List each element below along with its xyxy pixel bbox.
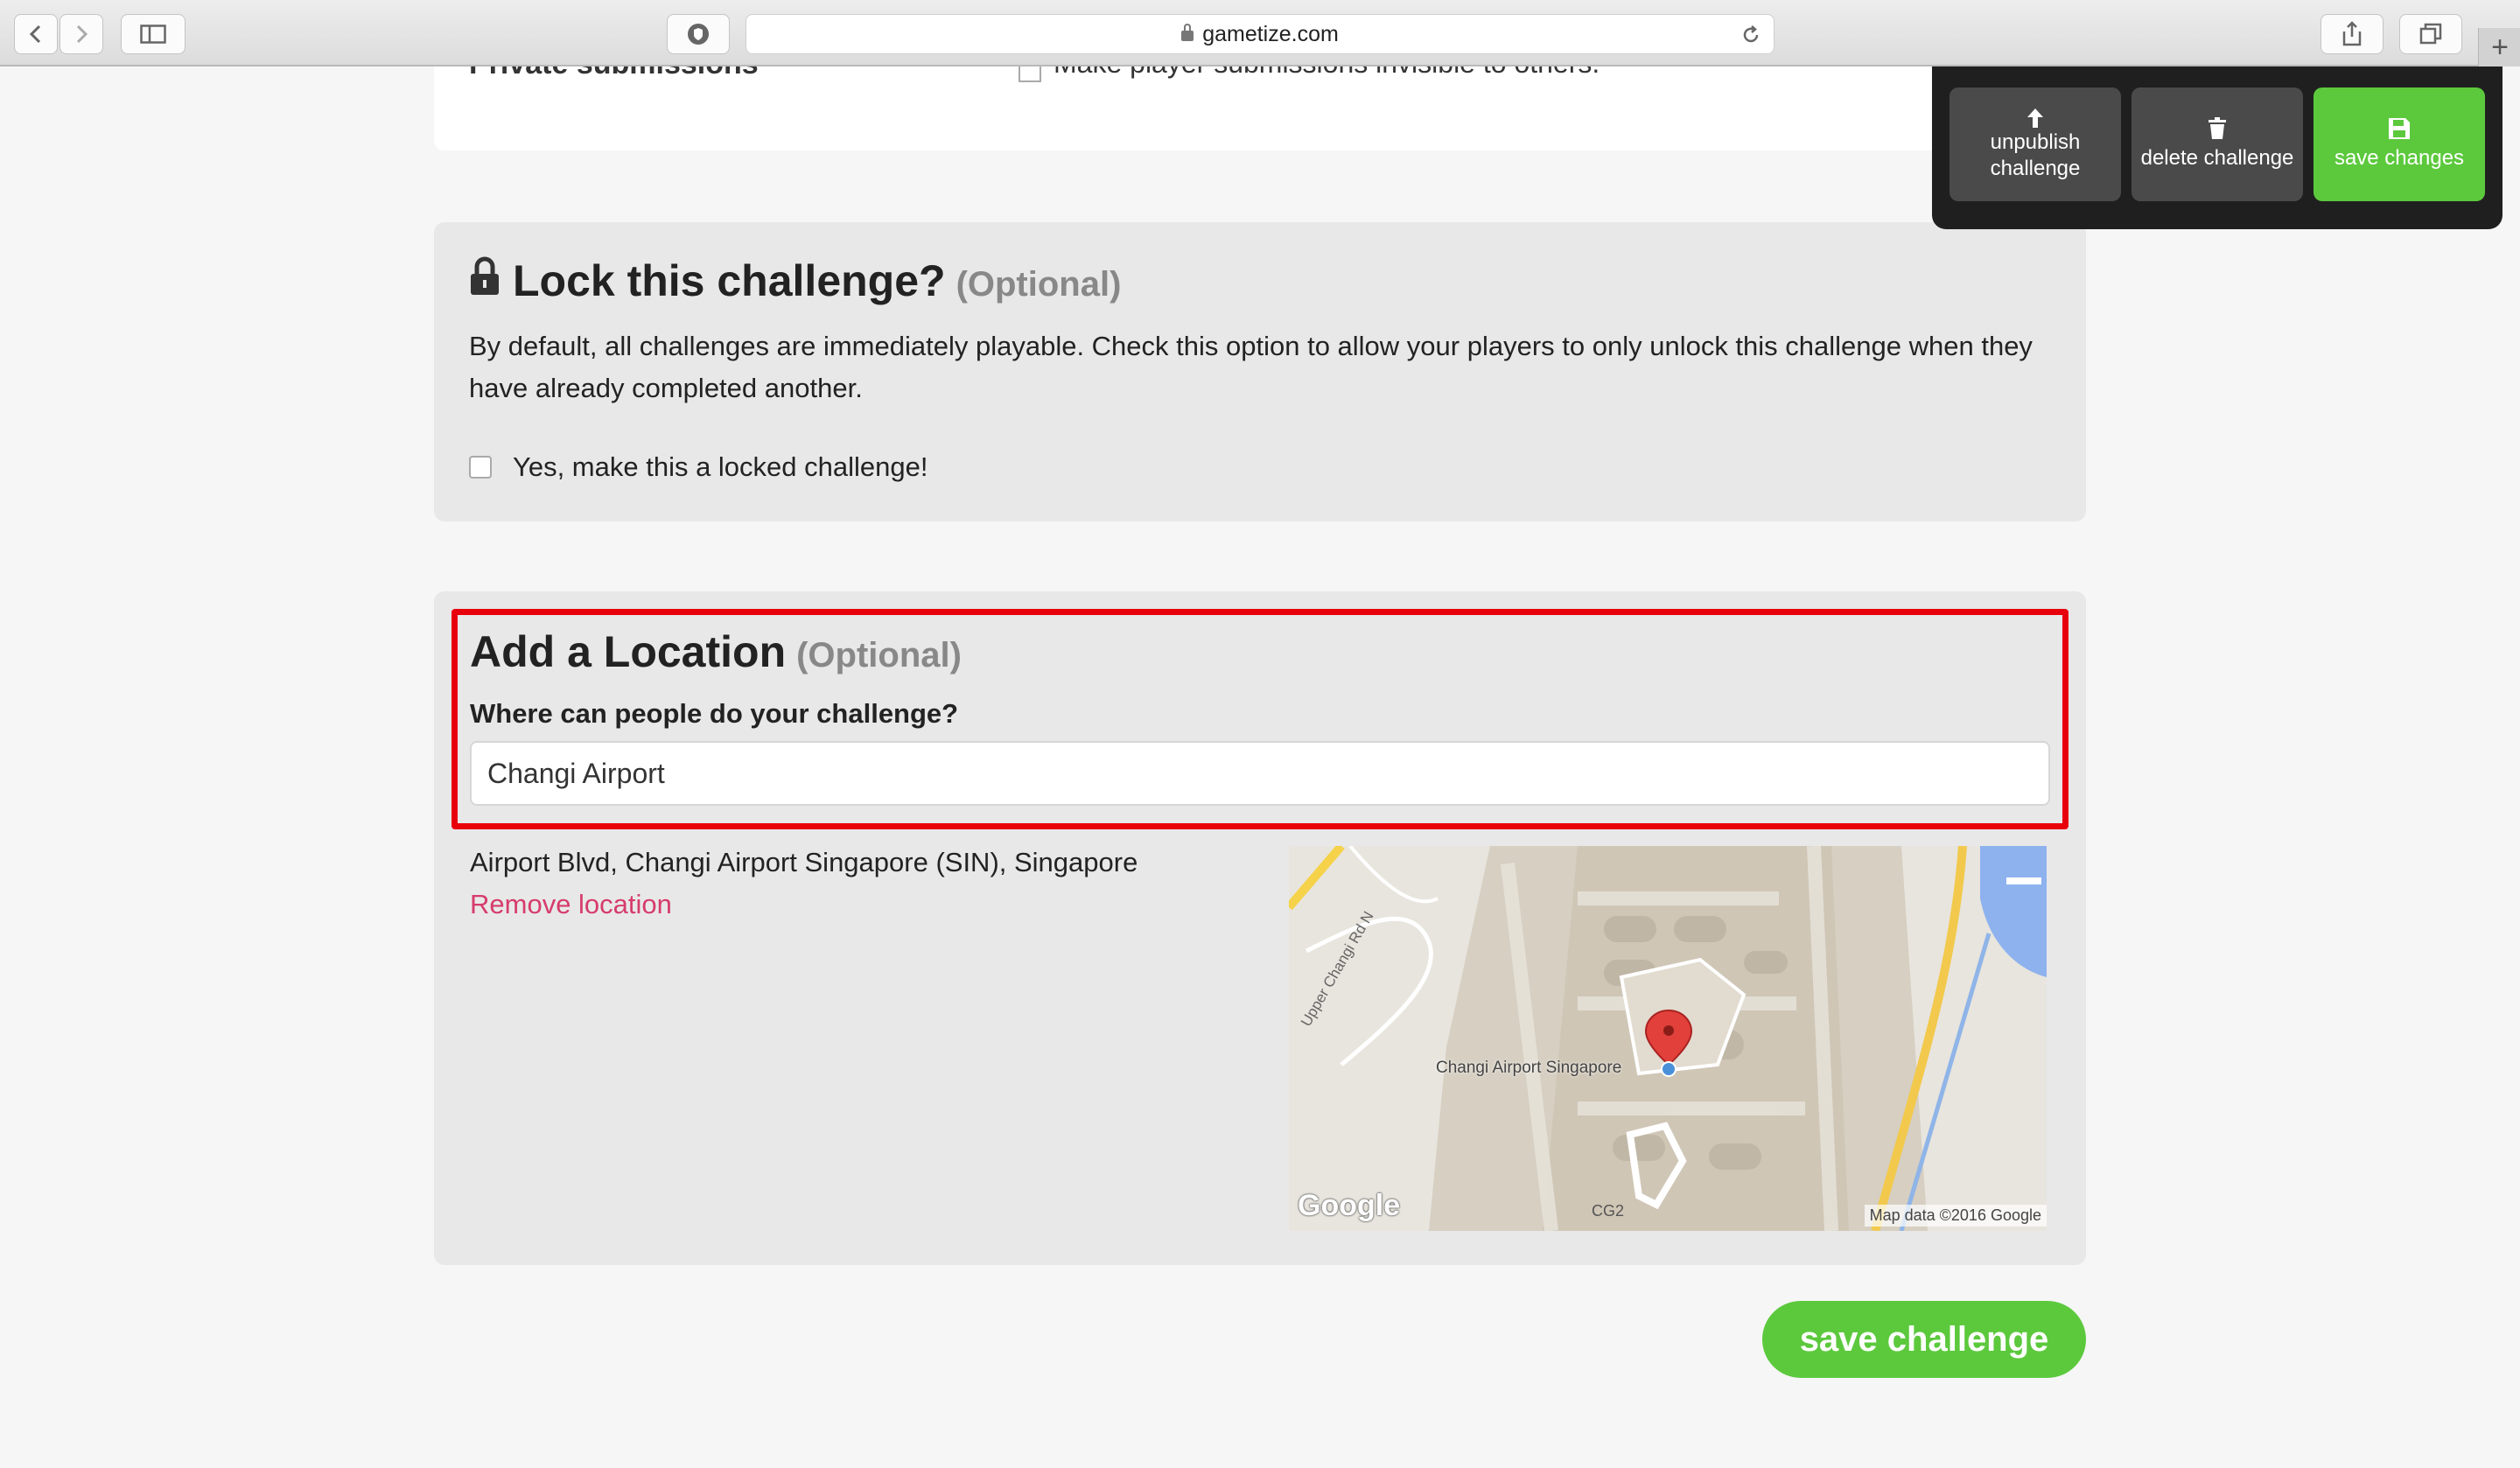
lock-title: Lock this challenge? — [513, 256, 946, 305]
address-bar[interactable]: gametize.com — [746, 14, 1774, 54]
delete-challenge-button[interactable]: delete challenge — [2132, 87, 2303, 201]
location-title: Add a Location — [470, 627, 787, 676]
padlock-icon — [471, 256, 499, 295]
trash-icon — [2208, 117, 2226, 139]
location-question: Where can people do your challenge? — [470, 698, 959, 729]
arrow-up-icon — [2027, 108, 2043, 128]
browser-toolbar: gametize.com + — [0, 0, 2520, 66]
privacy-report-button[interactable] — [667, 14, 730, 54]
private-submissions-checkbox[interactable] — [1018, 66, 1041, 82]
share-button[interactable] — [2320, 14, 2384, 54]
new-tab-button[interactable]: + — [2478, 28, 2520, 66]
location-map[interactable]: Changi Airport Singapore Upper Changi Rd… — [1289, 846, 2047, 1231]
map-cg-label: CG2 — [1592, 1202, 1625, 1220]
shield-icon — [688, 24, 709, 45]
floppy-disk-icon — [2389, 118, 2410, 139]
locked-challenge-label[interactable]: Yes, make this a locked challenge! — [513, 451, 928, 483]
unpublish-challenge-button[interactable]: unpublish challenge — [1950, 87, 2121, 201]
delete-challenge-label: delete challenge — [2140, 146, 2294, 170]
url-text: gametize.com — [1202, 21, 1339, 46]
lock-description: By default, all challenges are immediate… — [469, 331, 2033, 403]
lock-icon — [1181, 24, 1194, 41]
location-input[interactable]: Changi Airport — [470, 741, 2050, 806]
location-address: Airport Blvd, Changi Airport Singapore (… — [470, 847, 1138, 877]
back-button[interactable] — [14, 14, 58, 54]
save-challenge-button[interactable]: save challenge — [1762, 1301, 2086, 1378]
sidebar-toggle-button[interactable] — [121, 14, 186, 54]
private-submissions-option: Make player submissions invisible to oth… — [1054, 66, 1600, 80]
sidebar-icon — [140, 24, 166, 44]
reload-icon[interactable] — [1740, 24, 1761, 45]
save-changes-button[interactable]: save changes — [2314, 87, 2485, 201]
unpublish-label-line2: challenge — [1990, 157, 2081, 180]
save-changes-label: save changes — [2334, 146, 2465, 170]
share-icon — [2342, 21, 2362, 46]
private-submissions-label: Private submissions — [469, 66, 759, 81]
map-place-label: Changi Airport Singapore — [1436, 1059, 1622, 1077]
locked-challenge-checkbox[interactable] — [469, 456, 492, 479]
private-submissions-card: Private submissions Make player submissi… — [434, 66, 2086, 150]
challenge-actions-toolbar: unpublish challenge delete challenge sav… — [1932, 66, 2502, 229]
forward-button[interactable] — [60, 14, 103, 54]
google-logo: Google — [1298, 1189, 1401, 1222]
tabs-icon — [2419, 23, 2442, 45]
location-optional-label: (Optional) — [796, 636, 962, 675]
unpublish-label-line1: unpublish — [1990, 130, 2081, 154]
map-attribution: Map data ©2016 Google — [1864, 1205, 2047, 1227]
chevron-left-icon — [29, 24, 41, 44]
map-graphic — [1289, 846, 2047, 1231]
lock-challenge-card: Lock this challenge? (Optional) By defau… — [434, 222, 2086, 521]
chevron-right-icon — [76, 24, 88, 44]
lock-optional-label: (Optional) — [956, 264, 1122, 304]
remove-location-link[interactable]: Remove location — [470, 889, 672, 920]
tabs-overview-button[interactable] — [2399, 14, 2462, 54]
